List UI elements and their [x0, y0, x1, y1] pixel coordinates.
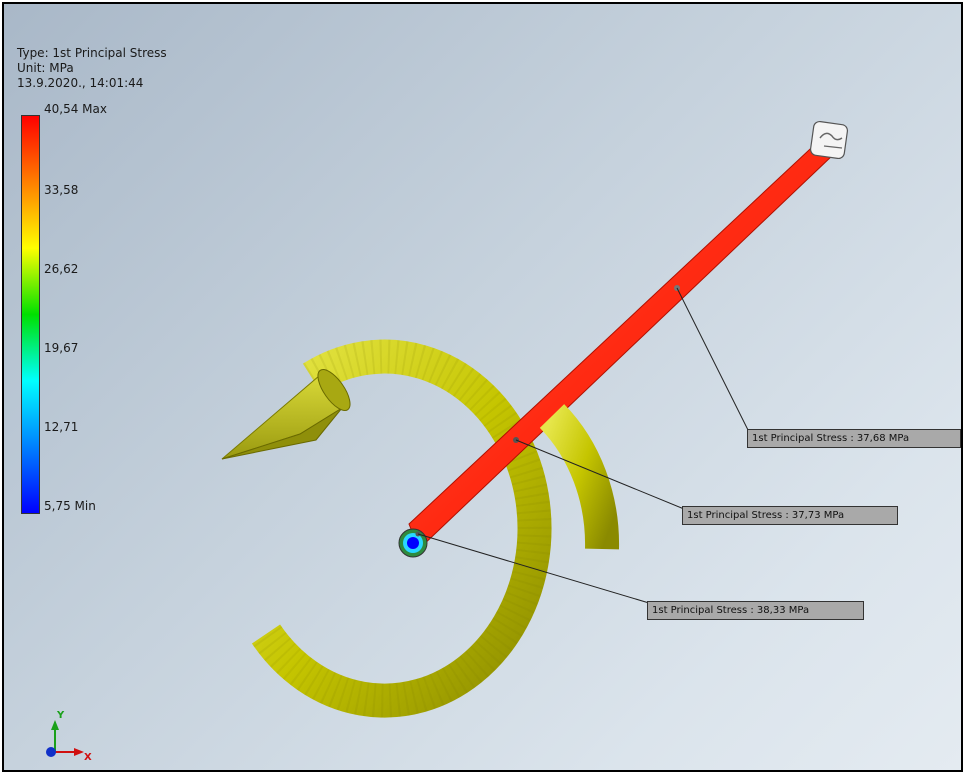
legend-info: Type: 1st Principal Stress Unit: MPa 13.… — [17, 46, 167, 91]
probe-label-3[interactable]: 1st Principal Stress : 38,33 MPa — [647, 601, 864, 620]
axis-x-label: X — [84, 752, 92, 763]
scale-tick-min: 5,75 Min — [44, 499, 96, 513]
analysis-viewport-frame: Type: 1st Principal Stress Unit: MPa 13.… — [2, 2, 963, 772]
scale-tick: 26,62 — [44, 262, 79, 276]
result-timestamp: 13.9.2020., 14:01:44 — [17, 76, 144, 90]
axis-y-label: Y — [57, 710, 65, 721]
coordinate-triad-icon — [46, 720, 84, 757]
scale-tick: 33,58 — [44, 183, 79, 197]
moment-arrow-ring-front — [539, 404, 620, 550]
scale-tick: 19,67 — [44, 341, 79, 355]
beam-section-end — [398, 528, 428, 558]
scale-tick: 12,71 — [44, 420, 79, 434]
result-unit: Unit: MPa — [17, 61, 74, 75]
probe-label-1[interactable]: 1st Principal Stress : 37,68 MPa — [747, 429, 961, 448]
result-type: Type: 1st Principal Stress — [17, 46, 167, 60]
scale-tick-max: 40,54 Max — [44, 102, 107, 116]
model-view[interactable] — [4, 4, 961, 770]
moment-arrow-head — [221, 369, 351, 460]
probe-label-2[interactable]: 1st Principal Stress : 37,73 MPa — [682, 506, 898, 525]
beam-body — [408, 135, 835, 550]
color-scale-bar — [21, 115, 40, 514]
probe-leader-1 — [676, 287, 750, 433]
beam-fixture-icon — [809, 120, 849, 160]
